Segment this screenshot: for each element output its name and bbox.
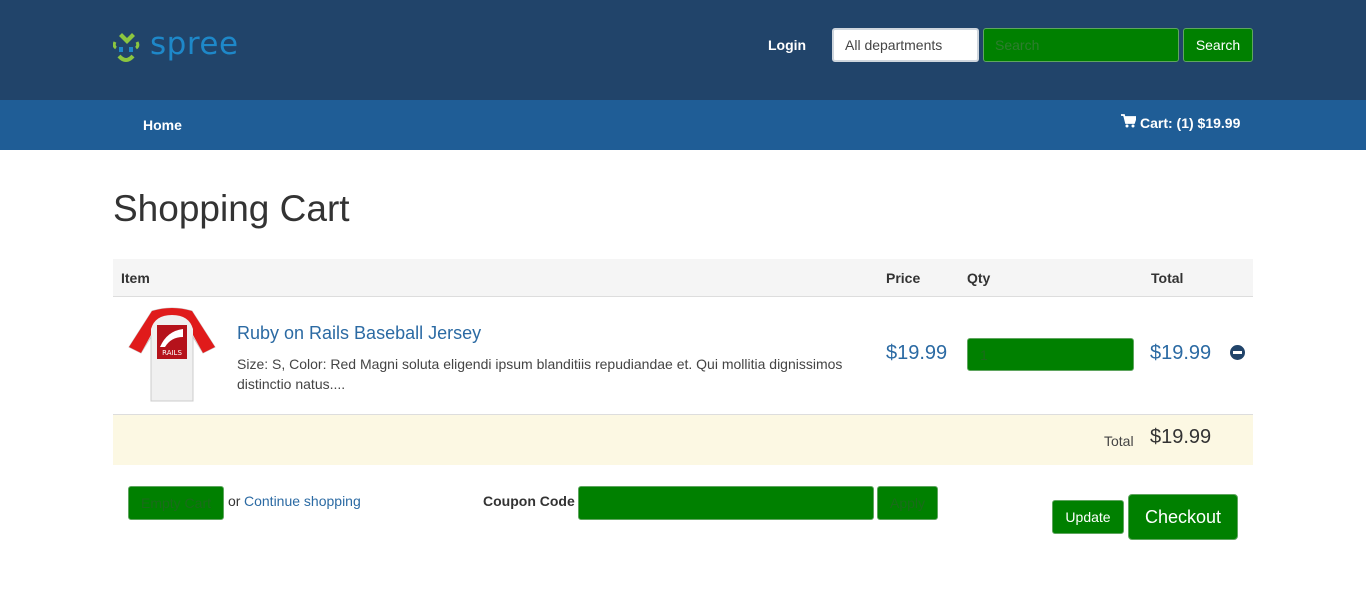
table-row: RAILS Ruby on Rails Baseball Jersey Size…: [113, 297, 1253, 415]
header-price: Price: [886, 270, 921, 286]
cart-summary: Cart: (1) $19.99: [1140, 115, 1241, 131]
cart-total-row: Total $19.99: [113, 415, 1253, 465]
coupon-code-input[interactable]: [578, 486, 874, 520]
baseball-jersey-image[interactable]: RAILS: [127, 307, 217, 403]
main-nav: Home Cart: (1) $19.99: [0, 100, 1366, 150]
remove-item-icon[interactable]: [1230, 345, 1245, 360]
total-value: $19.99: [1150, 426, 1212, 448]
nav-home-link[interactable]: Home: [143, 117, 182, 133]
update-cart-button[interactable]: Update: [1052, 500, 1124, 534]
cart-icon: [1121, 114, 1136, 128]
svg-text:RAILS: RAILS: [162, 349, 182, 357]
department-select[interactable]: All departments: [832, 28, 979, 62]
total-label: Total: [1104, 433, 1134, 449]
line-total: $19.99: [1150, 342, 1212, 364]
page-title: Shopping Cart: [113, 188, 350, 229]
continue-shopping-link[interactable]: Continue shopping: [244, 493, 361, 509]
header-qty: Qty: [967, 270, 991, 286]
logo-text: spree: [150, 26, 239, 62]
header-total: Total: [1151, 270, 1184, 286]
product-description: Size: S, Color: Red Magni soluta eligend…: [237, 356, 843, 392]
product-price: $19.99: [886, 342, 948, 364]
search-button[interactable]: Search: [1183, 28, 1253, 62]
quantity-input[interactable]: [967, 338, 1134, 371]
empty-cart-button[interactable]: Empty Cart: [128, 486, 224, 520]
or-text: or: [228, 493, 241, 509]
spree-logo-icon: [113, 24, 140, 62]
coupon-code-label: Coupon Code: [483, 493, 575, 509]
checkout-button[interactable]: Checkout: [1128, 494, 1238, 540]
login-link[interactable]: Login: [768, 37, 806, 53]
cart-link[interactable]: Cart: (1) $19.99: [1121, 114, 1241, 131]
header-bar: spree Login All departments Search: [0, 0, 1366, 100]
apply-coupon-button[interactable]: Apply: [877, 486, 938, 520]
spree-logo[interactable]: spree: [113, 22, 238, 70]
header-item: Item: [121, 270, 150, 286]
cart-table-header: Item Price Qty Total: [113, 259, 1253, 297]
product-name-link[interactable]: Ruby on Rails Baseball Jersey: [237, 323, 481, 344]
search-input[interactable]: [983, 28, 1179, 62]
